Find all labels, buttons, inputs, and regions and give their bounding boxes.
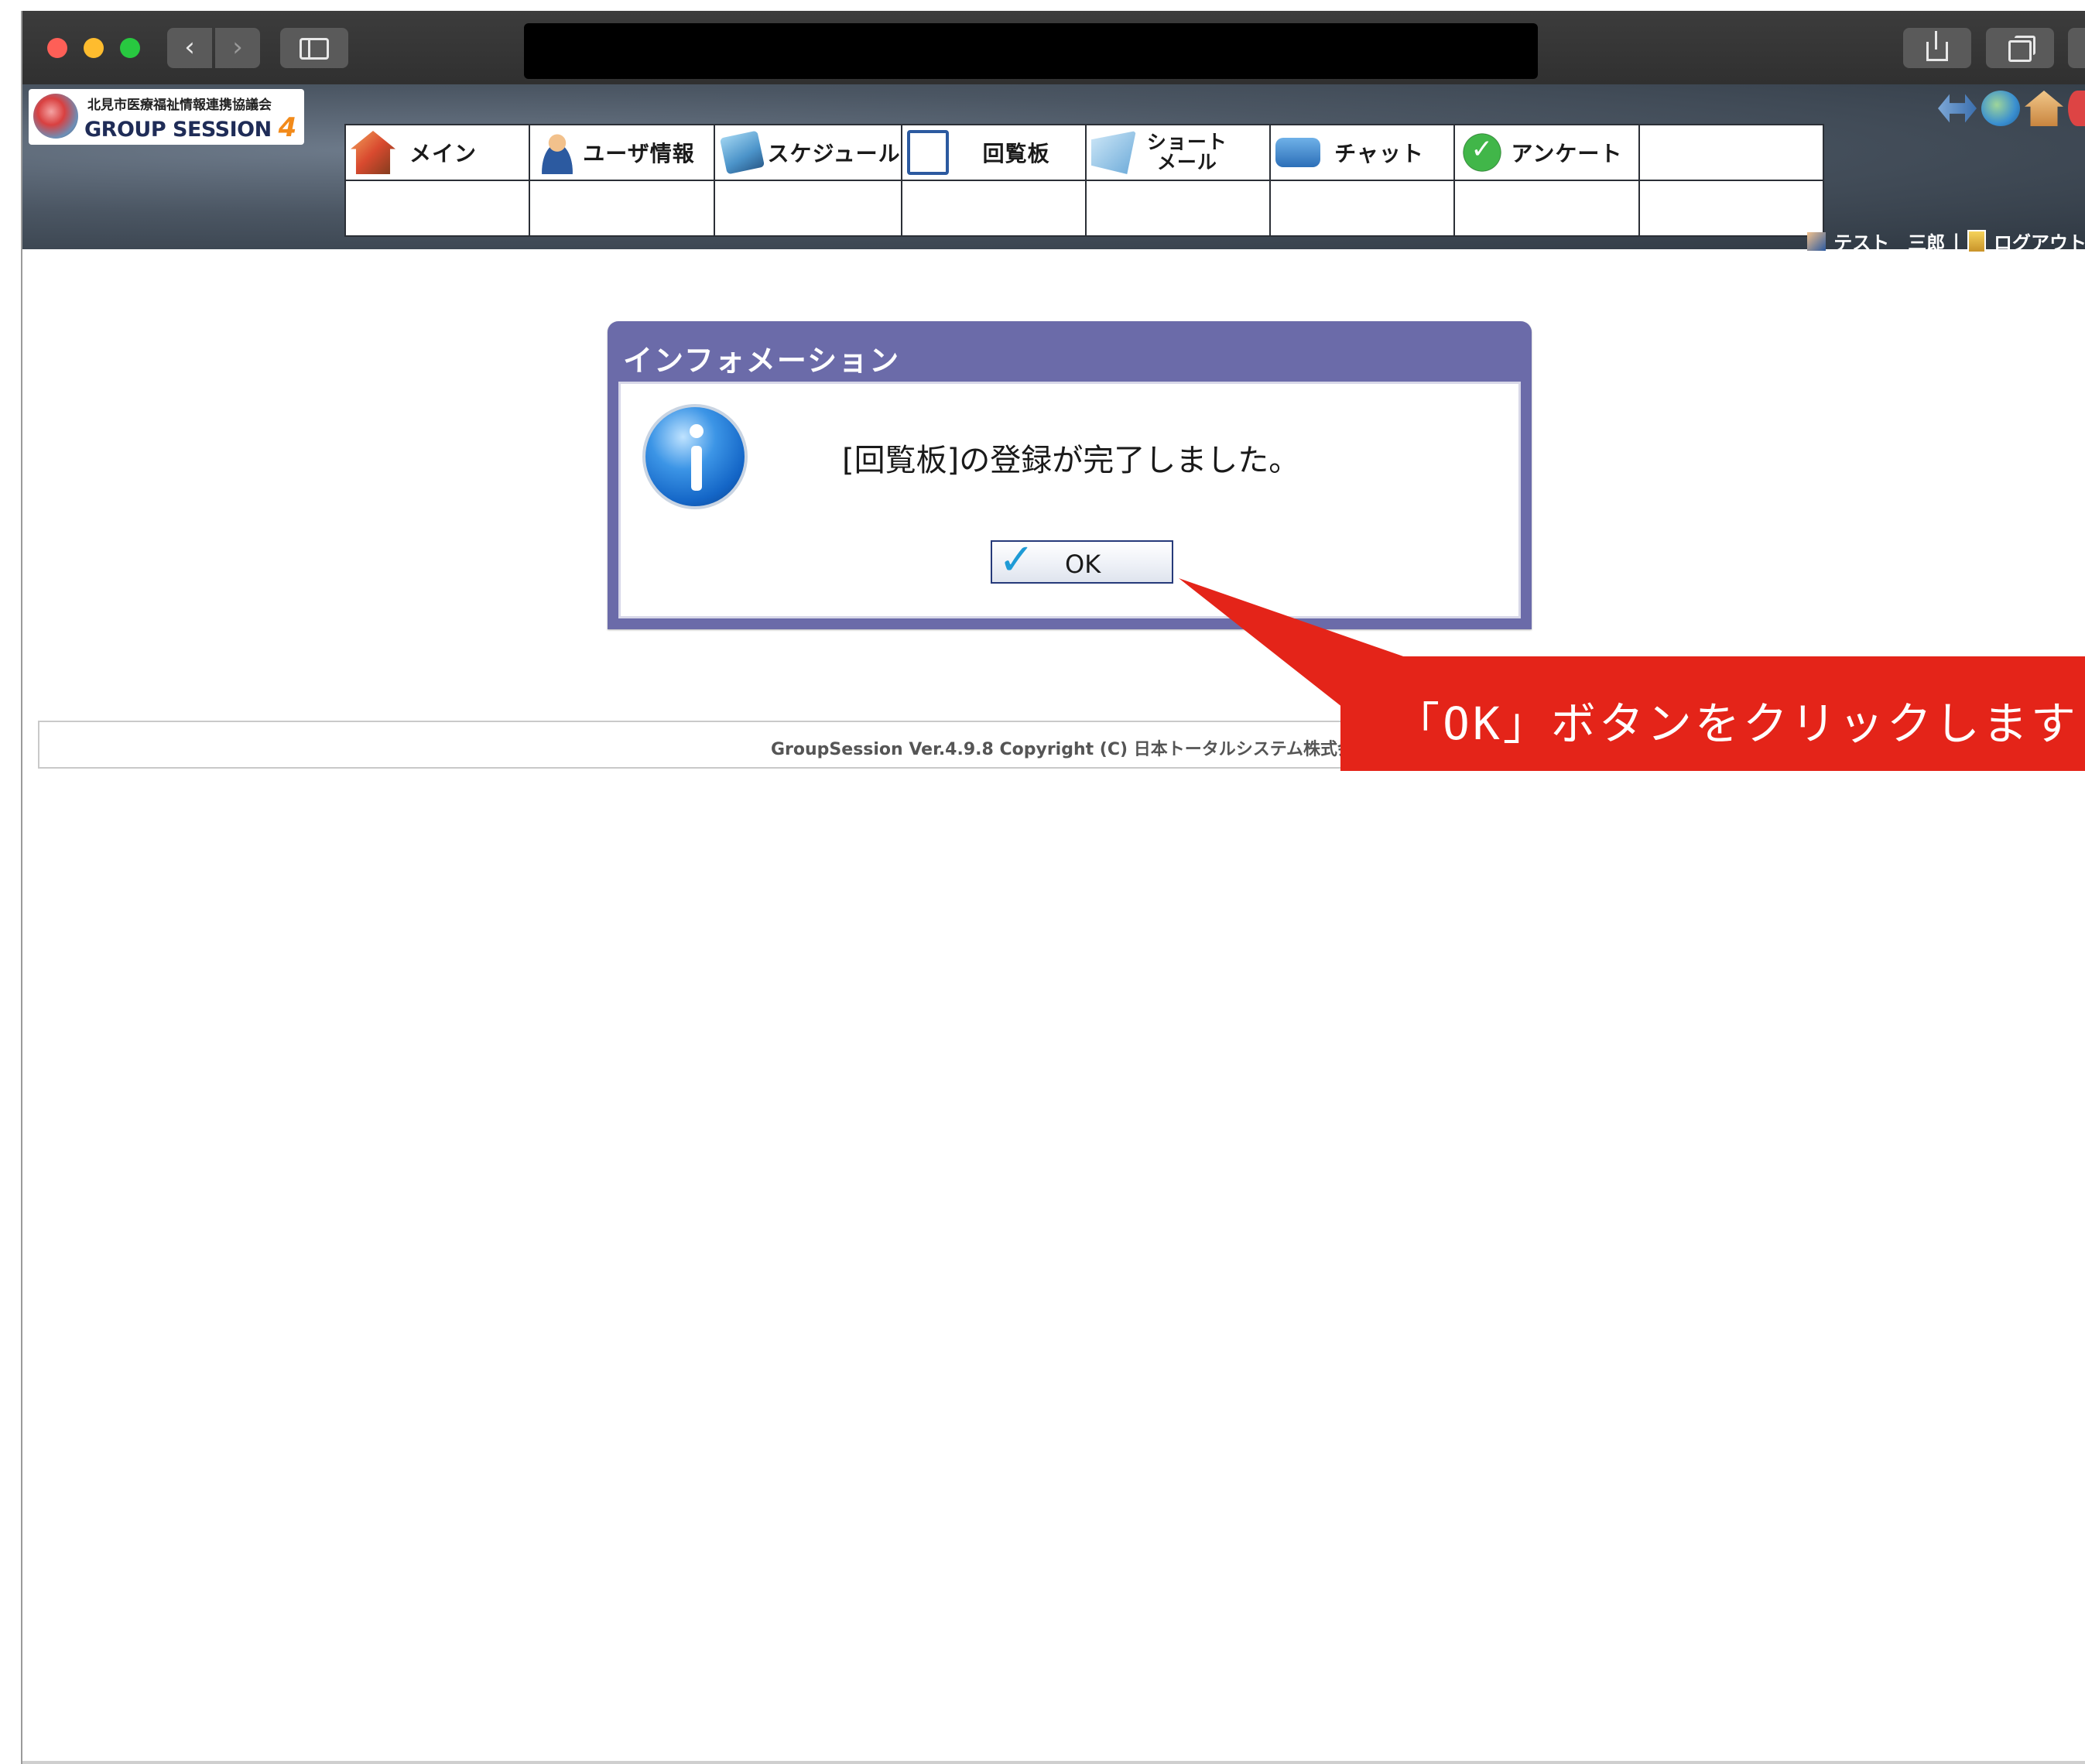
instruction-callout: 「OK」ボタンをクリックします	[1340, 656, 2085, 771]
browser-window: ‹ › 北見市医療福祉情報連携協議会 GROUP SESSION 4 メイン ユ…	[21, 11, 2085, 1764]
window-bottom-edge	[22, 1761, 2085, 1764]
callout-text: 「OK」ボタンをクリックします	[1395, 697, 2079, 750]
